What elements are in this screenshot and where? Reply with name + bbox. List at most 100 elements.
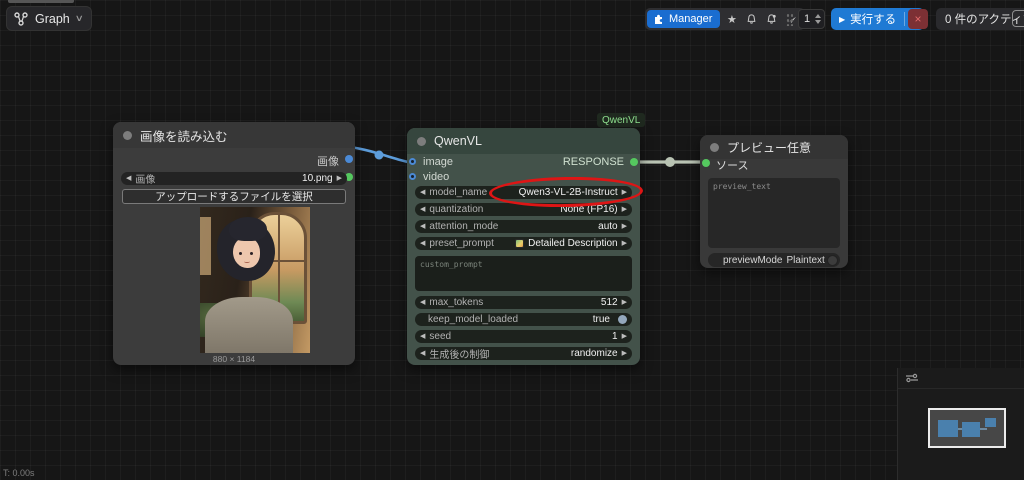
output-port-image[interactable] [345, 155, 353, 163]
output-label-response: RESPONSE [563, 156, 624, 168]
combo-next-icon[interactable]: ▶ [622, 240, 627, 247]
step-down-icon[interactable] [815, 20, 821, 24]
widget-value: 512 [601, 297, 618, 308]
manager-button[interactable]: Manager [647, 10, 720, 28]
input-label-image: image [423, 156, 453, 168]
cancel-button[interactable]: × [908, 9, 928, 29]
toggle-knob[interactable] [618, 315, 627, 324]
minimap-header [898, 368, 1024, 389]
output-label-image: 画像 [317, 153, 339, 169]
step-up-icon[interactable] [815, 14, 821, 18]
seed-widget[interactable]: ◀ seed 1 ▶ [415, 330, 632, 343]
graph-icon [13, 11, 29, 27]
node-type-badge: QwenVL [597, 113, 645, 127]
widget-label: keep_model_loaded [428, 314, 518, 325]
combo-next-icon[interactable]: ▶ [622, 223, 627, 230]
combo-next-icon[interactable]: ▶ [622, 350, 627, 357]
combo-label: 画像 [135, 171, 155, 186]
run-label: 実行する [850, 11, 896, 27]
stepper [815, 14, 824, 24]
quantization-combo[interactable]: ◀ quantization None (FP16) ▶ [415, 203, 632, 216]
preview-mode-widget[interactable]: previewMode Plaintext [708, 253, 840, 267]
combo-prev-icon[interactable]: ◀ [420, 350, 425, 357]
preset-prompt-combo[interactable]: ◀ preset_prompt Detailed Description ▶ [415, 237, 632, 250]
graph-selector[interactable]: Graph ∨ [6, 6, 92, 31]
minimap-viewport[interactable] [928, 408, 1006, 448]
combo-value-wrap: Detailed Description [515, 238, 618, 249]
batch-count-input[interactable]: 1 [798, 9, 825, 29]
collapse-dot-icon[interactable] [123, 131, 132, 140]
bell-icon[interactable] [743, 11, 760, 28]
node-graph-canvas[interactable]: 画像を読み込む 画像 マスク ◀ 画像 10.png ▶ アップロードするファイ… [0, 0, 1024, 480]
run-button[interactable]: ▶ 実行する [831, 11, 904, 27]
node-preview-header[interactable]: プレビュー任意 [700, 135, 848, 159]
collapse-dot-icon[interactable] [710, 143, 719, 152]
control-after-generate-combo[interactable]: ◀ 生成後の制御 randomize ▶ [415, 347, 632, 360]
node-qwenvl[interactable]: QwenVL image video RESPONSE ◀ model_name… [407, 128, 640, 365]
image-preview[interactable] [200, 207, 310, 353]
node-title: QwenVL [434, 134, 482, 148]
preview-text-area[interactable]: preview_text [708, 178, 840, 248]
combo-prev-icon[interactable]: ◀ [126, 175, 131, 182]
widget-value: true [593, 314, 610, 325]
combo-value: None (FP16) [560, 204, 617, 215]
picture-emoji-icon [515, 239, 524, 248]
toolbar-drag-handle[interactable] [786, 13, 793, 26]
max-tokens-widget[interactable]: ◀ max_tokens 512 ▶ [415, 296, 632, 309]
attention-mode-combo[interactable]: ◀ attention_mode auto ▶ [415, 220, 632, 233]
minimap-node [938, 420, 958, 437]
toggle-knob[interactable] [827, 255, 838, 266]
node-load-image[interactable]: 画像を読み込む 画像 マスク ◀ 画像 10.png ▶ アップロードするファイ… [113, 122, 355, 365]
execution-time-label: T: 0.00s [3, 468, 35, 478]
combo-next-icon[interactable]: ▶ [622, 206, 627, 213]
combo-prev-icon[interactable]: ◀ [420, 299, 425, 306]
minimap-node [985, 418, 996, 427]
input-label-video: video [423, 171, 449, 183]
collapse-dot-icon[interactable] [417, 137, 426, 146]
combo-prev-icon[interactable]: ◀ [420, 189, 425, 196]
active-jobs-badge: 0 件のアクティブ [936, 8, 1024, 30]
widget-label: 生成後の制御 [429, 346, 489, 361]
combo-label: attention_mode [429, 221, 498, 232]
upload-file-button[interactable]: アップロードするファイルを選択 [122, 189, 346, 204]
workflow-tab-indicator [8, 0, 74, 3]
combo-prev-icon[interactable]: ◀ [420, 223, 425, 230]
combo-value: Detailed Description [528, 238, 618, 249]
star-icon[interactable]: ★ [723, 11, 740, 28]
graph-label: Graph [35, 12, 70, 26]
widget-value: Plaintext [786, 255, 824, 266]
minimap-node [962, 422, 980, 437]
custom-prompt-textarea[interactable]: custom_prompt [415, 256, 632, 291]
combo-next-icon[interactable]: ▶ [622, 189, 627, 196]
combo-label: model_name [429, 187, 487, 198]
image-file-combo[interactable]: ◀ 画像 10.png ▶ [121, 172, 347, 185]
keep-model-loaded-toggle[interactable]: keep_model_loaded true [415, 313, 632, 326]
combo-label: quantization [429, 204, 483, 215]
widget-label: max_tokens [429, 297, 483, 308]
input-label-source: ソース [716, 157, 748, 173]
image-dimensions-label: 880 × 1184 [113, 354, 355, 364]
manager-toolbar: Manager ★ [645, 8, 805, 30]
combo-next-icon[interactable]: ▶ [622, 299, 627, 306]
bell-badge-icon[interactable] [763, 11, 780, 28]
model-name-combo[interactable]: ◀ model_name Qwen3-VL-2B-Instruct ▶ [415, 186, 632, 199]
node-qwenvl-header[interactable]: QwenVL [407, 128, 640, 154]
node-title: 画像を読み込む [140, 126, 228, 145]
workflow-icon [905, 372, 919, 384]
combo-prev-icon[interactable]: ◀ [420, 333, 425, 340]
combo-prev-icon[interactable]: ◀ [420, 240, 425, 247]
node-preview-any[interactable]: プレビュー任意 ソース preview_text previewMode Pla… [700, 135, 848, 268]
combo-value: Qwen3-VL-2B-Instruct [519, 187, 618, 198]
input-port-source[interactable] [702, 159, 710, 167]
input-port-image[interactable] [409, 158, 416, 165]
combo-next-icon[interactable]: ▶ [337, 175, 342, 182]
minimap-panel[interactable] [897, 368, 1024, 480]
puzzle-icon [653, 13, 665, 25]
combo-next-icon[interactable]: ▶ [622, 333, 627, 340]
panel-toggle-icon[interactable] [1012, 10, 1024, 27]
input-port-video[interactable] [409, 173, 416, 180]
node-load-image-header[interactable]: 画像を読み込む [113, 122, 355, 148]
combo-value: 10.png [302, 173, 333, 184]
combo-prev-icon[interactable]: ◀ [420, 206, 425, 213]
output-port-response[interactable] [630, 158, 638, 166]
